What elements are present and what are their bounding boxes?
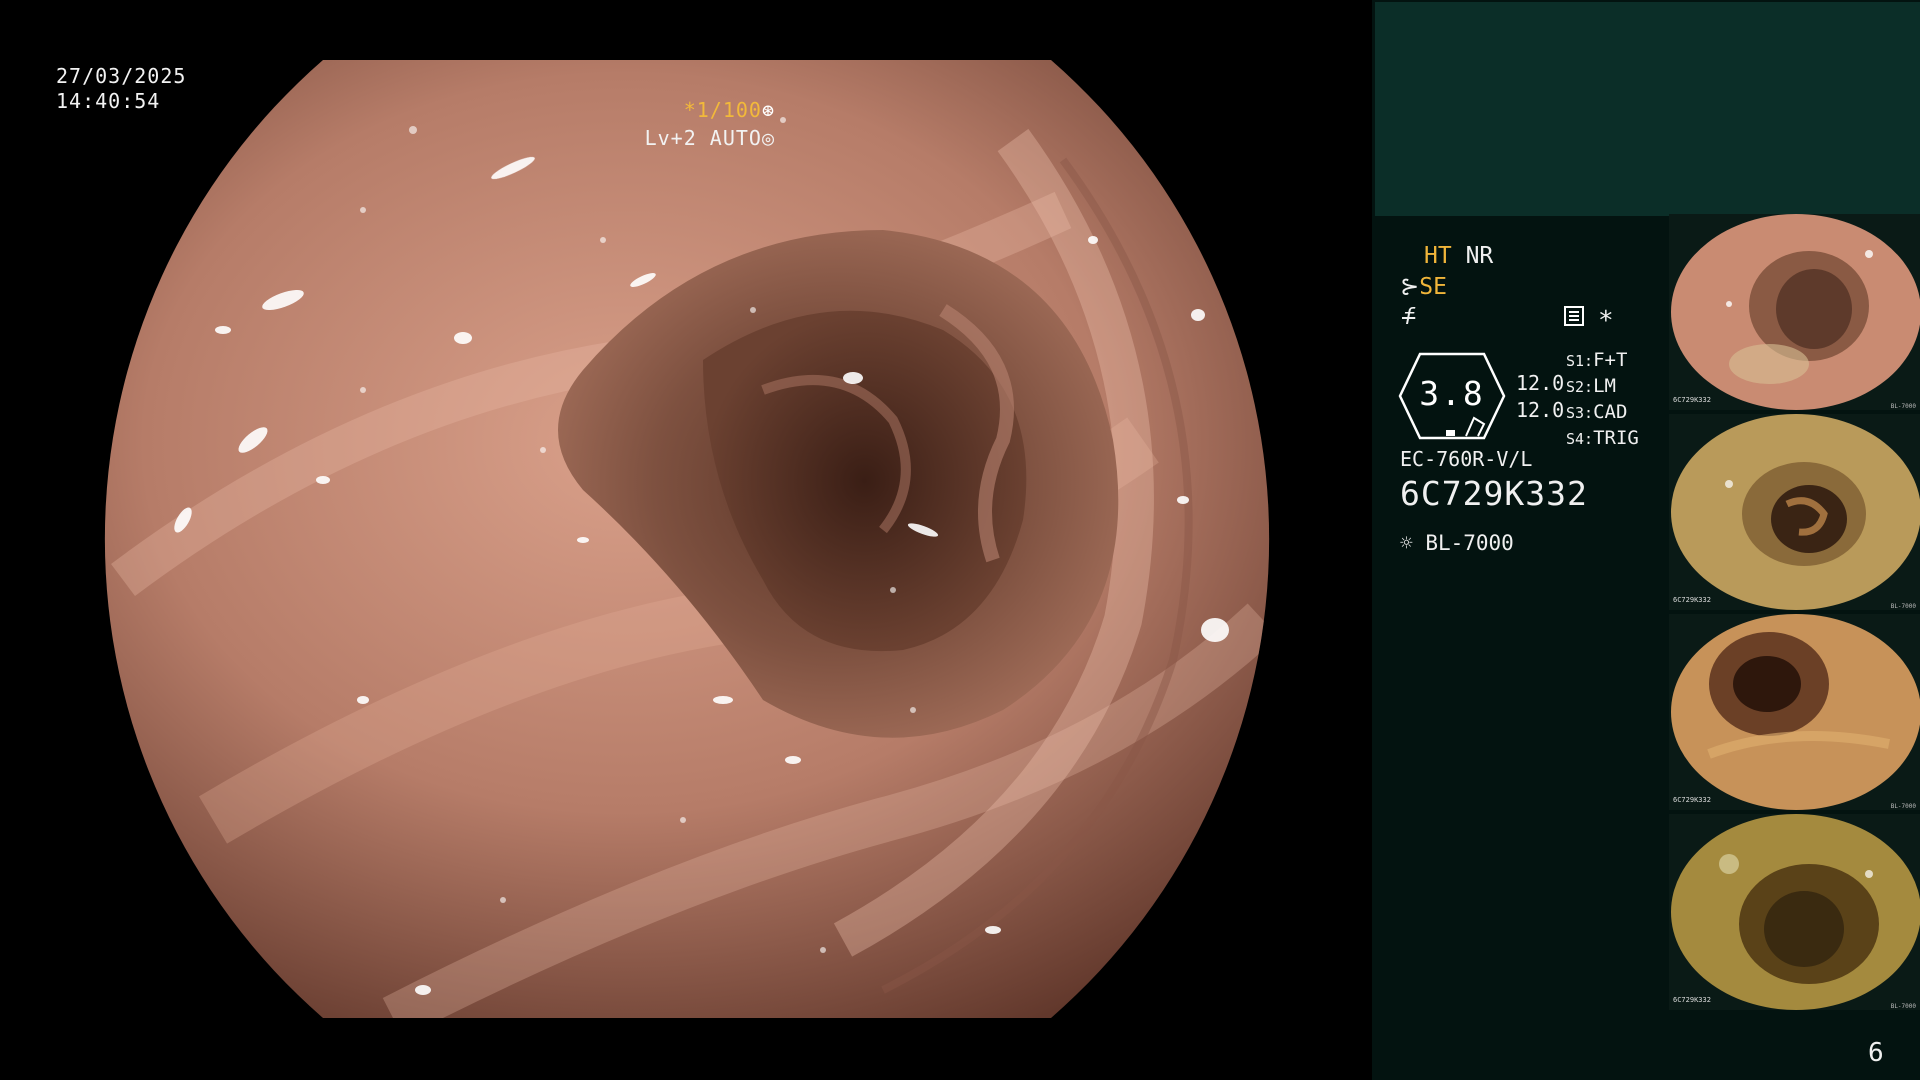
thumbnail-footer: BL-7000 — [1890, 403, 1916, 410]
endoscopic-image — [104, 60, 1270, 1018]
value-2: 12.0 — [1516, 398, 1565, 422]
switch-key: S3: — [1566, 404, 1594, 422]
thumbnail-image — [1669, 214, 1920, 410]
switch-row: S3:CAD — [1566, 400, 1639, 426]
iris-icon: ◎ — [761, 126, 775, 150]
f-slash-icon: f — [1402, 305, 1416, 330]
thumbnail-1[interactable]: 6C729K332 BL-7000 — [1669, 214, 1920, 410]
switch-key: S2: — [1566, 378, 1594, 396]
light-source-icon: ☼ — [1400, 531, 1413, 555]
time-readout: 14:40:54 — [56, 89, 161, 113]
light-source-row: ☼ BL-7000 — [1400, 531, 1514, 555]
thumbnail-image — [1669, 414, 1920, 610]
thumbnail-footer: BL-7000 — [1890, 803, 1916, 810]
thumbnail-label: 6C729K332 — [1673, 396, 1711, 404]
memory-icon-graphic — [1564, 306, 1584, 326]
page-number: 6 — [1868, 1038, 1884, 1068]
shutter-value: *1/100 — [683, 98, 762, 122]
aperture-icon: ⊛ — [761, 98, 775, 122]
value-column: 12.0 12.0 — [1516, 370, 1564, 424]
thumbnail-label: 6C729K332 — [1673, 596, 1711, 604]
value-1: 12.0 — [1516, 371, 1565, 395]
gauge-readout: 3.8 — [1398, 352, 1506, 440]
star-icon: * — [1598, 306, 1614, 336]
switch-value: F+T — [1593, 349, 1628, 371]
date-readout: 27/03/2025 — [56, 64, 187, 88]
nr-mode: NR — [1465, 243, 1494, 269]
switch-row: S1:F+T — [1566, 348, 1639, 374]
captured-thumbnails: 6C729K332 BL-7000 6C729K332 BL-7000 6C72… — [1669, 214, 1920, 1014]
switch-value: LM — [1593, 375, 1616, 397]
scope-model: EC-760R-V/L — [1400, 447, 1533, 471]
se-mode: SE — [1419, 274, 1447, 300]
switch-key: S4: — [1566, 430, 1594, 448]
ht-mode: HT — [1424, 243, 1452, 269]
scope-serial: 6C729K332 — [1400, 474, 1588, 513]
structure-enhance-icon: ⊱ — [1400, 274, 1420, 300]
f-symbol: f — [1402, 305, 1415, 330]
thumbnail-footer: BL-7000 — [1890, 603, 1916, 610]
brightness-level-readout: Lv+2 AUTO◎ — [645, 126, 775, 151]
thumbnail-4[interactable]: 6C729K332 BL-7000 — [1669, 814, 1920, 1010]
shutter-readout: *1/100⊛ — [684, 98, 775, 123]
switch-row: S2:LM — [1566, 374, 1639, 400]
thumbnail-footer: BL-7000 — [1890, 1003, 1916, 1010]
thumbnail-3[interactable]: 6C729K332 BL-7000 — [1669, 614, 1920, 810]
level-value: Lv+2 AUTO — [644, 126, 762, 150]
thumbnail-label: 6C729K332 — [1673, 996, 1711, 1004]
memory-card-icon — [1564, 306, 1584, 332]
switch-assignments: S1:F+T S2:LM S3:CAD S4:TRIG — [1566, 348, 1639, 452]
light-source-name: BL-7000 — [1425, 531, 1514, 555]
panel-header — [1375, 2, 1920, 216]
se-mode-row: ⊱SE — [1400, 274, 1447, 300]
info-panel: HT NR ⊱SE f * 3.8 12.0 12.0 S1:F+T S2:LM… — [1372, 0, 1920, 1080]
switch-value: CAD — [1593, 401, 1628, 423]
image-mode-row: HT NR — [1424, 243, 1493, 269]
thumbnail-image — [1669, 814, 1920, 1010]
thumbnail-image — [1669, 614, 1920, 810]
switch-key: S1: — [1566, 352, 1594, 370]
switch-value: TRIG — [1593, 427, 1639, 449]
thumbnail-label: 6C729K332 — [1673, 796, 1711, 804]
thumbnail-2[interactable]: 6C729K332 BL-7000 — [1669, 414, 1920, 610]
gauge-value: 3.8 — [1419, 374, 1485, 413]
switch-row: S4:TRIG — [1566, 426, 1639, 452]
endoscope-view: 27/03/2025 14:40:54 *1/100⊛ Lv+2 AUTO◎ — [0, 0, 1372, 1080]
